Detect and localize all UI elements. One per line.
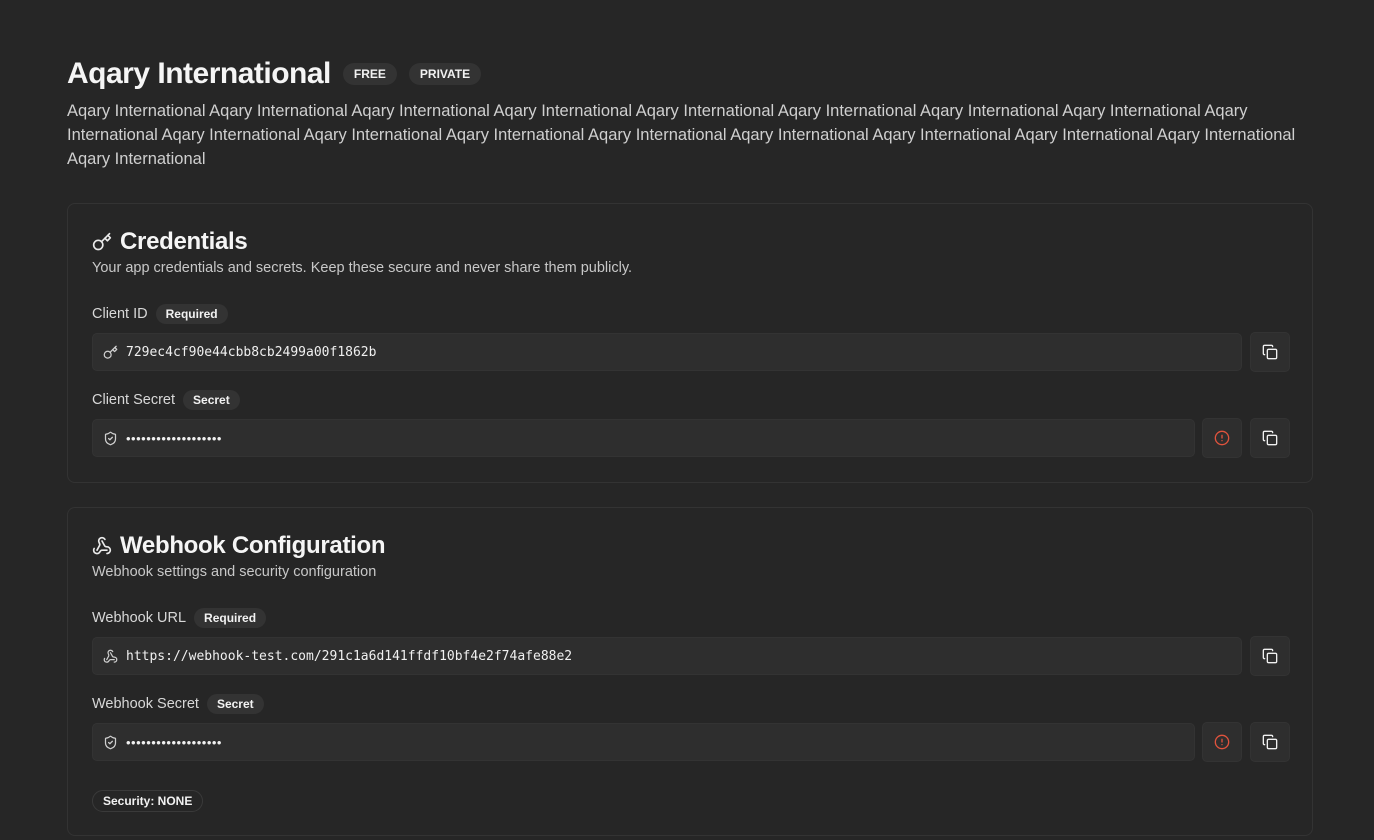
client-id-label: Client ID Required (92, 303, 228, 325)
copy-client-secret-button[interactable] (1250, 418, 1290, 458)
copy-icon (1262, 344, 1278, 360)
page-title: Aqary International (67, 57, 331, 90)
alert-circle-icon (1214, 430, 1230, 446)
key-icon (92, 232, 112, 252)
shield-check-icon (103, 431, 118, 446)
webhook-url-value: https://webhook-test.com/291c1a6d141ffdf… (126, 648, 573, 664)
copy-icon (1262, 648, 1278, 664)
security-badge: Security: NONE (92, 790, 204, 812)
credentials-card: Credentials Your app credentials and sec… (67, 203, 1313, 483)
client-id-value: 729ec4cf90e44cbb8cb2499a00f1862b (126, 344, 377, 360)
secret-badge: Secret (206, 694, 264, 714)
client-secret-label: Client Secret Secret (92, 389, 240, 411)
copy-webhook-secret-button[interactable] (1250, 722, 1290, 762)
app-description: Aqary International Aqary International … (67, 102, 1296, 168)
visibility-badge: PRIVATE (408, 63, 482, 85)
copy-icon (1262, 734, 1278, 750)
webhook-secret-value: ••••••••••••••••••• (126, 734, 222, 750)
webhook-subtitle: Webhook settings and security configurat… (92, 564, 377, 580)
copy-icon (1262, 430, 1278, 446)
alert-circle-icon (1214, 734, 1230, 750)
required-badge: Required (155, 304, 228, 324)
webhook-secret-label-text: Webhook Secret (92, 696, 199, 712)
plan-badge: FREE (342, 63, 397, 85)
credentials-heading: Credentials (92, 226, 248, 258)
webhook-icon (92, 536, 112, 556)
webhook-url-field[interactable]: https://webhook-test.com/291c1a6d141ffdf… (92, 637, 1242, 675)
webhook-url-label: Webhook URL Required (92, 607, 267, 629)
webhook-url-label-text: Webhook URL (92, 610, 187, 626)
client-secret-label-text: Client Secret (92, 392, 176, 408)
client-id-field[interactable]: 729ec4cf90e44cbb8cb2499a00f1862b (92, 333, 1242, 371)
app-header: Aqary International FREE PRIVATE (67, 56, 482, 92)
reveal-client-secret-button[interactable] (1202, 418, 1242, 458)
webhook-title: Webhook Configuration (120, 532, 386, 559)
key-icon (103, 345, 118, 360)
client-secret-field[interactable]: ••••••••••••••••••• (92, 419, 1195, 457)
webhook-secret-field[interactable]: ••••••••••••••••••• (92, 723, 1195, 761)
secret-badge: Secret (183, 390, 240, 410)
copy-webhook-url-button[interactable] (1250, 636, 1290, 676)
client-id-label-text: Client ID (92, 306, 148, 322)
credentials-title: Credentials (120, 228, 248, 255)
webhook-card: Webhook Configuration Webhook settings a… (67, 507, 1313, 836)
required-badge: Required (194, 608, 267, 628)
client-secret-value: ••••••••••••••••••• (126, 430, 222, 446)
webhook-icon (103, 649, 118, 664)
copy-client-id-button[interactable] (1250, 332, 1290, 372)
webhook-heading: Webhook Configuration (92, 530, 386, 562)
shield-check-icon (103, 735, 118, 750)
webhook-secret-label: Webhook Secret Secret (92, 693, 264, 715)
credentials-subtitle: Your app credentials and secrets. Keep t… (92, 260, 633, 276)
reveal-webhook-secret-button[interactable] (1202, 722, 1242, 762)
